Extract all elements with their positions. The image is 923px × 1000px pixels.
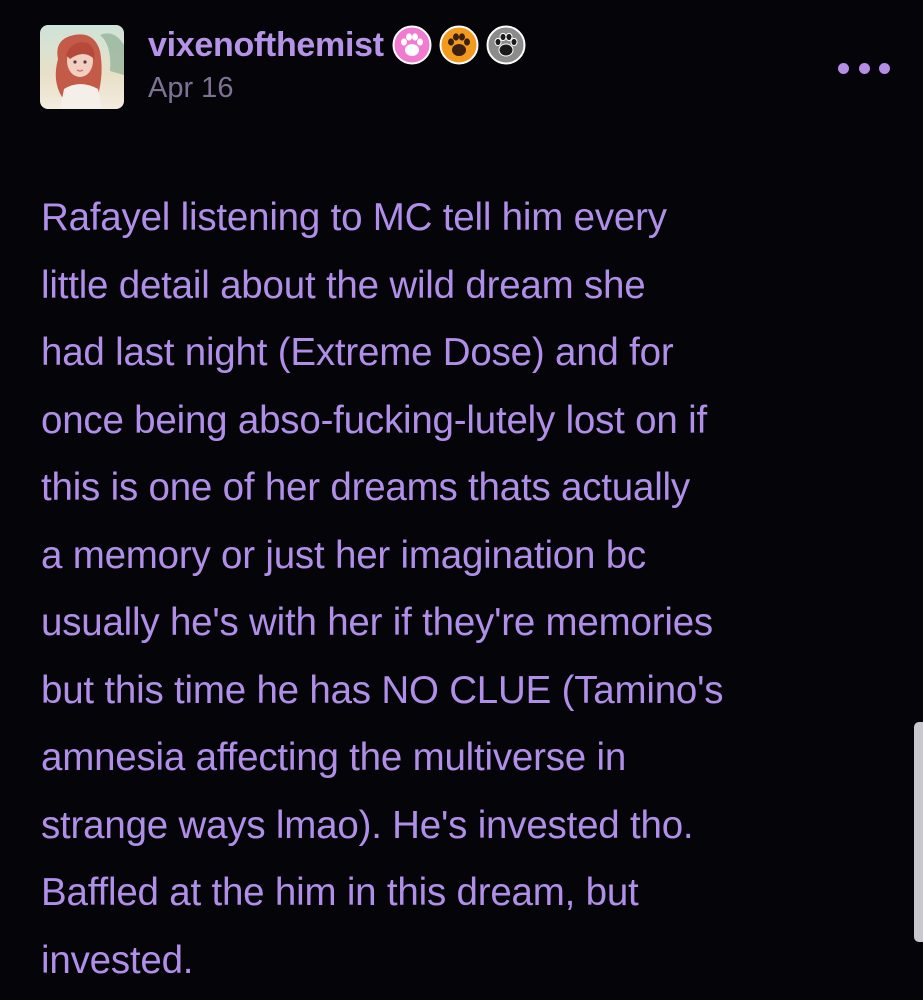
avatar[interactable] [40, 25, 124, 109]
avatar-image [40, 25, 124, 109]
post-body-line: once being abso-fucking-lutely lost on i… [41, 398, 707, 442]
dot [879, 62, 890, 74]
post-body-line: little detail about the wild dream she [41, 263, 646, 307]
scrollbar[interactable] [914, 722, 923, 942]
post-body-line: Baffled at the him in this dream, but [41, 871, 639, 914]
post-body-line: but this time he has NO CLUE (Tamino's [41, 668, 724, 712]
more-options-icon[interactable] [838, 54, 890, 82]
username-link[interactable]: vixenofthemist [148, 26, 384, 65]
paw-badge-pink-icon[interactable] [392, 25, 432, 65]
post-body-line: usually he's with her if they're memorie… [41, 601, 713, 644]
post-body-line: amnesia affecting the multiverse in [41, 736, 627, 779]
dot [838, 62, 849, 74]
name-row: vixenofthemist [148, 22, 533, 68]
post-body-line: invested. [41, 938, 194, 982]
post-header: vixenofthemist Apr 16 [40, 22, 890, 112]
paw-badge-orange-icon[interactable] [439, 25, 479, 65]
post-body-line: Rafayel listening to MC tell him every [41, 196, 667, 239]
dot [858, 62, 870, 74]
post-body-line: strange ways lmao). He's invested tho. [41, 803, 694, 847]
post-body: Rafayel listening to MC tell him every l… [41, 184, 881, 994]
post-meta: vixenofthemist Apr 16 [148, 22, 533, 112]
post-date[interactable]: Apr 16 [148, 72, 533, 105]
badge-list [392, 25, 533, 65]
paw-badge-gray-icon[interactable] [486, 25, 526, 65]
post-body-line: a memory or just her imagination bc [41, 533, 646, 577]
post-body-line: had last night (Extreme Dose) and for [41, 331, 674, 374]
post-body-line: this is one of her dreams thats actually [41, 466, 690, 509]
